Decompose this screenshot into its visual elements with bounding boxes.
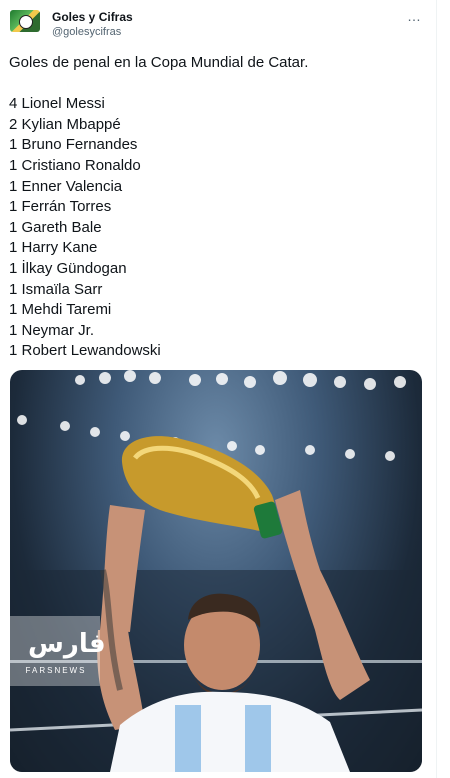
photo-illustration	[10, 370, 422, 772]
account-handle[interactable]: @golesycifras	[52, 26, 121, 38]
list-item: 1 Robert Lewandowski	[9, 342, 161, 360]
account-name[interactable]: Goles y Cifras	[52, 10, 133, 24]
list-item: 1 Ferrán Torres	[9, 198, 112, 216]
tweet-intro: Goles de penal en la Copa Mundial de Cat…	[9, 54, 309, 71]
avatar[interactable]	[10, 10, 40, 32]
list-item: 1 Harry Kane	[9, 239, 98, 257]
list-item: 1 Neymar Jr.	[9, 321, 95, 339]
list-item: 1 Mehdi Taremi	[9, 301, 112, 319]
tweet[interactable]: Goles y Cifras @golesycifras … Goles de …	[0, 0, 437, 778]
list-item: 1 Bruno Fernandes	[9, 136, 138, 154]
list-item: 1 Cristiano Ronaldo	[9, 156, 141, 174]
list-item: 4 Lionel Messi	[9, 95, 105, 113]
list-item: 1 Ismaïla Sarr	[9, 280, 103, 298]
list-item: 1 Gareth Bale	[9, 218, 102, 236]
list-item: 1 Enner Valencia	[9, 177, 123, 195]
watermark-logo: فارس	[28, 628, 106, 658]
watermark: فارس FARSNEWS	[10, 616, 106, 686]
list-item: 1 İlkay Gündogan	[9, 259, 127, 277]
soccer-ball-icon	[19, 15, 33, 29]
more-options-icon[interactable]: …	[407, 8, 422, 24]
tweet-photo[interactable]: فارس FARSNEWS	[10, 370, 422, 772]
tweet-text: Goles de penal en la Copa Mundial de Cat…	[9, 53, 429, 362]
tweet-header: Goles y Cifras @golesycifras …	[10, 8, 422, 42]
list-item: 2 Kylian Mbappé	[9, 115, 121, 133]
watermark-text: FARSNEWS	[25, 666, 87, 675]
